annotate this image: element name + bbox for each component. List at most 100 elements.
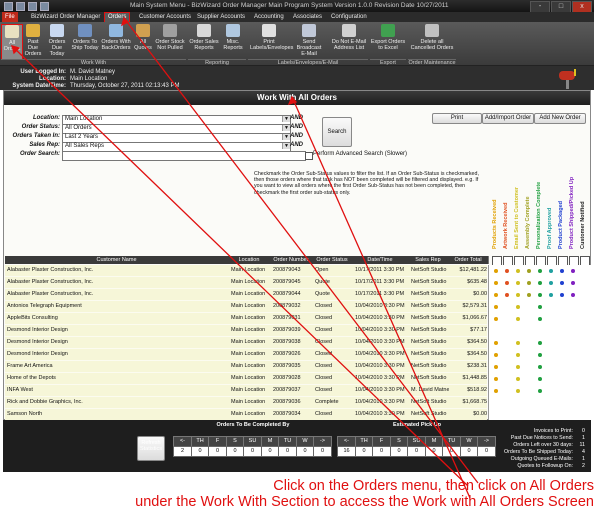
advanced-search-checkbox[interactable] [305, 152, 313, 160]
menu-supplier-accounts[interactable]: Supplier Accounts [194, 12, 248, 22]
col-order-total[interactable]: Order Total [448, 256, 489, 264]
col-order-status[interactable]: Order Status [312, 256, 353, 264]
statistics-footer: Refresh Statistics Orders To Be Complete… [3, 420, 591, 472]
cell-total: $238.31 [467, 363, 487, 369]
table-row[interactable]: Antonios Telegraph Equipment Main Locatio… [5, 301, 487, 313]
taken-filter-label: Orders Taken In: [12, 133, 60, 139]
estimated-pickup: Estimated Pick Up <- 16 TH 0 F 0 S 0 SU 0 M 0 TU 0 W 0-… [337, 422, 497, 460]
send-broadcast-email-button[interactable]: Send Broadcast E-Mail [290, 24, 328, 58]
order-stock-not-pulled-button[interactable]: Order Stock Not Pulled [154, 24, 186, 58]
cell-name: Frame Art America [7, 363, 53, 369]
table-row[interactable]: Desmond Interior Design Main Location 2008… [5, 349, 487, 361]
cell-total: $12,481.22 [459, 267, 487, 273]
table-row[interactable]: Samson North Main Location 200879034 Closed… [5, 409, 487, 421]
stat-line: Outgoing Queued E-Mails: 1 [475, 456, 585, 463]
cell-rep: NetSoft Studio [411, 339, 447, 345]
order-search-input[interactable] [62, 151, 306, 161]
all-orders-button[interactable]: All Orders [1, 24, 23, 60]
substatus-dot [516, 317, 520, 321]
pickup-day-count: 0 [389, 446, 409, 457]
orders-completed-by: Orders To Be Completed By <- 2 TH 0 F 0 S 0 SU 0 M… [173, 422, 333, 460]
substatus-dot [516, 293, 520, 297]
past-due-orders-button[interactable]: Past Due Orders [22, 24, 44, 58]
substatus-dot [494, 293, 498, 297]
cell-date: 10/04/2010 3:30 PM [355, 315, 405, 321]
substatus-dot [549, 269, 553, 273]
cell-location: Main Location [231, 279, 266, 285]
quick-access-toolbar[interactable] [4, 2, 52, 11]
menu-configuration[interactable]: Configuration [328, 12, 370, 22]
stock-icon [163, 24, 177, 37]
table-row[interactable]: Alabaster Plaster Construction, Inc. Main… [5, 277, 487, 289]
cell-location: Main Location [231, 411, 266, 417]
cell-status: Closed [315, 339, 333, 345]
table-row[interactable]: AppleBits Consulting Main Location 2008790… [5, 313, 487, 325]
print-labels-button[interactable]: Print Labels/Envelopes [250, 24, 293, 58]
all-quotes-button[interactable]: All Quotes [133, 24, 153, 58]
print-button[interactable]: Print [432, 113, 482, 124]
order-sales-reports-button[interactable]: Order Sales Reports [189, 24, 219, 58]
cell-location: Main Location [231, 363, 266, 369]
misc-reports-button[interactable]: Misc. Reports [221, 24, 245, 58]
substatus-header: Assembly Complete [525, 196, 531, 249]
cell-status: Closed [315, 315, 333, 321]
orders-ship-today-button[interactable]: Orders To Ship Today [71, 24, 99, 58]
menu-bizwizard[interactable]: BizWizard Order Manager [28, 12, 103, 22]
table-row[interactable]: INFA West Main Location 200879037 Closed 10/… [5, 385, 487, 397]
cell-location: Main Location [231, 291, 266, 297]
do-not-email-button[interactable]: Do Not E-Mail Address List [330, 24, 368, 58]
cell-total: $1,668.75 [462, 399, 487, 405]
menu-customer-accounts[interactable]: Customer Accounts [136, 12, 194, 22]
col-sales-rep[interactable]: Sales Rep [408, 256, 449, 264]
cell-number: 200879037 [273, 387, 301, 393]
cell-location: Main Location [231, 351, 266, 357]
substatus-dot [494, 389, 498, 393]
pickup-day-count: 0 [372, 446, 391, 457]
menu-file[interactable]: File [2, 12, 18, 22]
table-row[interactable]: Home of the Depots Main Location 200879028… [5, 373, 487, 385]
col-customer-name[interactable]: Customer Name [5, 256, 229, 264]
substatus-dot [538, 293, 542, 297]
substatus-dot [516, 305, 520, 309]
stat-label: Outgoing Queued E-Mails: [510, 456, 573, 462]
cell-date: 10/04/2010 3:30 PM [355, 327, 405, 333]
orders-backorders-button[interactable]: Orders With BackOrders [100, 24, 132, 58]
cell-location: Main Location [231, 315, 266, 321]
add-new-order-button[interactable]: Add New Order [534, 113, 586, 124]
table-row[interactable]: Alabaster Plaster Construction, Inc. Main… [5, 289, 487, 301]
search-button[interactable]: Search [322, 117, 352, 147]
search-filter-label: Order Search: [19, 151, 60, 157]
pickup-day-count: 0 [354, 446, 374, 457]
substatus-header: Product Packaged [558, 201, 564, 249]
cell-number: 200879028 [273, 375, 301, 381]
substatus-dot [516, 281, 520, 285]
substatus-dot [516, 377, 520, 381]
cell-rep: NetSoft Studio [411, 303, 447, 309]
substatus-dot [516, 389, 520, 393]
col-date-time[interactable]: Date/Time [352, 256, 409, 264]
table-row[interactable]: Frame Art America Main Location 200879035 C… [5, 361, 487, 373]
col-order-number[interactable]: Order Number [270, 256, 313, 264]
orders-due-today-button[interactable]: Orders Due Today [45, 24, 69, 58]
location-filter-label: Location: [33, 115, 60, 121]
table-row[interactable]: Desmond Interior Design Main Location 2008… [5, 325, 487, 337]
cell-status: Quote [315, 291, 330, 297]
menu-associates[interactable]: Associates [290, 12, 325, 22]
table-row[interactable]: Desmond Interior Design Main Location 2008… [5, 337, 487, 349]
delete-cancelled-orders-button[interactable]: Delete all Cancelled Orders [410, 24, 454, 58]
table-row[interactable]: Alabaster Plaster Construction, Inc. Main… [5, 265, 487, 277]
export-excel-button[interactable]: Export Orders to Excel [370, 24, 406, 58]
col-location[interactable]: Location [228, 256, 271, 264]
refresh-statistics-button[interactable]: Refresh Statistics [137, 436, 165, 461]
completed-day-count: 0 [190, 446, 210, 457]
stat-label: Past Due Notices to Send: [510, 435, 573, 441]
substatus-dot [538, 269, 542, 273]
mailbox-icon[interactable] [556, 67, 582, 89]
cell-rep: NetSoft Studio [411, 363, 447, 369]
table-row[interactable]: Rick and Dobbie Graphics, Inc. Main Locat… [5, 397, 487, 409]
menu-accounting[interactable]: Accounting [251, 12, 287, 22]
substatus-dot [494, 365, 498, 369]
cell-number: 200879045 [273, 279, 301, 285]
cell-name: Rick and Dobbie Graphics, Inc. [7, 399, 83, 405]
add-import-order-button[interactable]: Add/Import Order [482, 113, 534, 124]
